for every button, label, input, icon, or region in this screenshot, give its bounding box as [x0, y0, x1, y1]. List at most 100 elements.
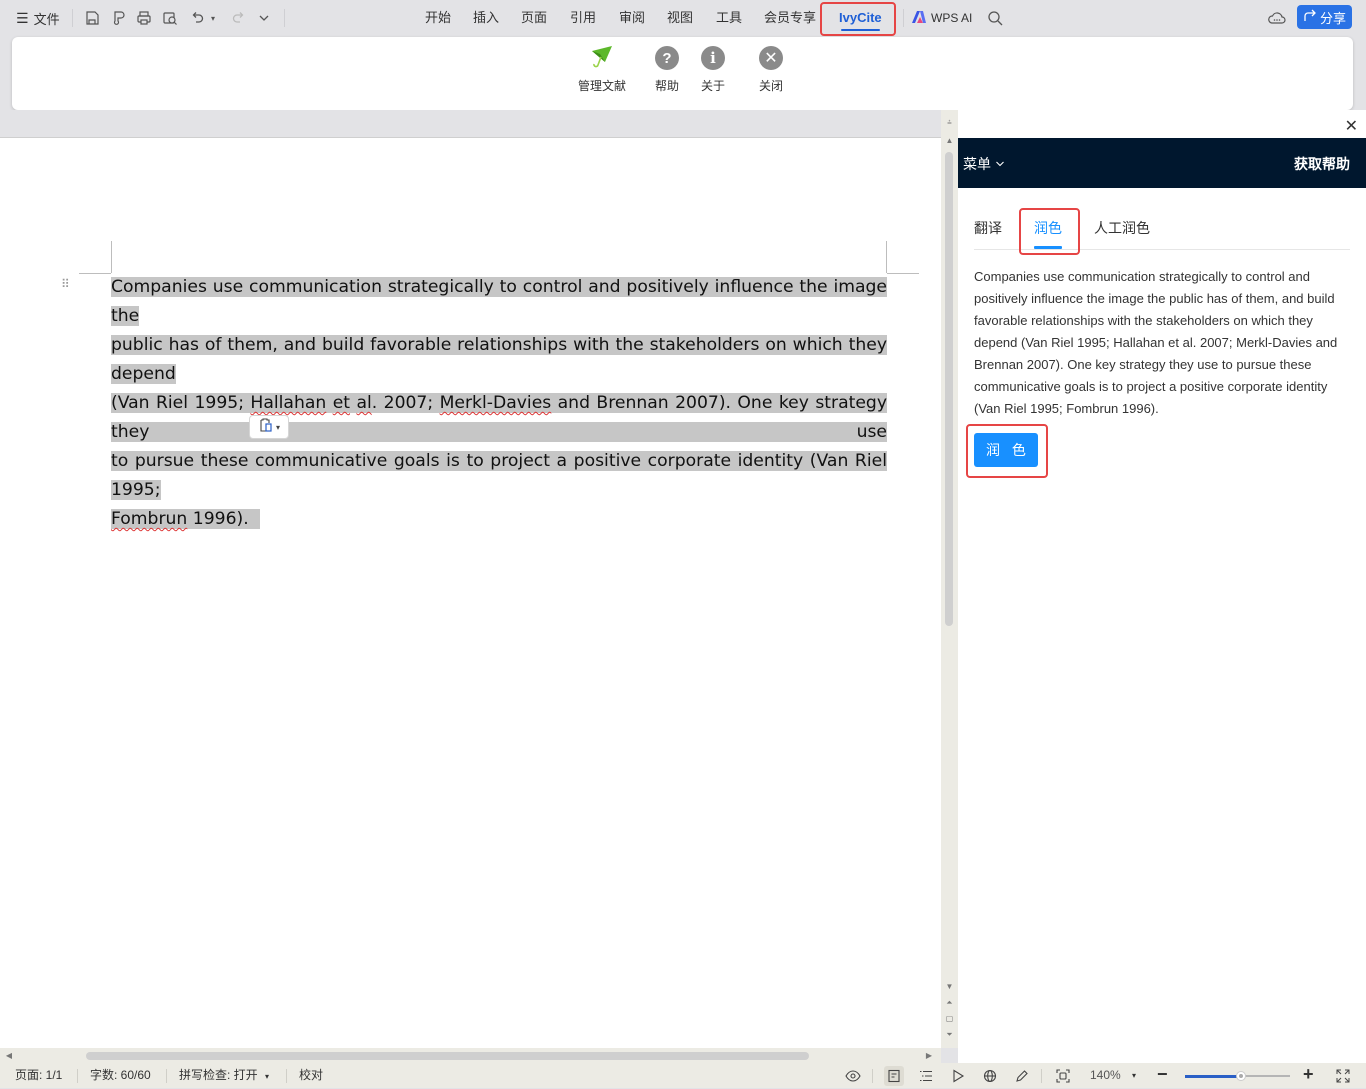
- tab-translate[interactable]: 翻译: [974, 218, 1002, 238]
- tab-ivycite[interactable]: IvyCite: [839, 0, 882, 36]
- cloud-status-icon[interactable]: [1267, 8, 1287, 28]
- tab-insert[interactable]: 插入: [473, 0, 499, 36]
- tab-membership[interactable]: 会员专享: [764, 0, 816, 36]
- panel-menu-label: 菜单: [963, 156, 991, 172]
- text-segment: . 2007;: [371, 393, 440, 413]
- margin-corner-marker: [887, 273, 919, 274]
- spell-error-word[interactable]: Hallahan: [250, 393, 326, 413]
- margin-corner-marker: [111, 241, 112, 273]
- zoom-slider[interactable]: [1185, 1071, 1290, 1081]
- horizontal-scroll-thumb[interactable]: [86, 1052, 809, 1060]
- tab-divider: [974, 249, 1350, 250]
- manage-references-label: 管理文献: [578, 79, 627, 93]
- divider: [166, 1069, 167, 1083]
- spell-error-word[interactable]: al: [356, 393, 371, 413]
- panel-close-icon[interactable]: ✕: [1345, 116, 1358, 136]
- about-label: 关于: [700, 79, 725, 93]
- wps-ai-button[interactable]: WPS AI: [911, 0, 972, 36]
- select-browse-object-icon[interactable]: ▢: [941, 1014, 958, 1023]
- play-icon[interactable]: [948, 1066, 968, 1086]
- page-view-icon[interactable]: [884, 1066, 904, 1086]
- tab-polish[interactable]: 润色: [1034, 218, 1062, 238]
- zoom-slider-handle[interactable]: [1235, 1071, 1246, 1081]
- get-help-link[interactable]: 获取帮助: [1294, 154, 1350, 174]
- tab-references[interactable]: 引用: [570, 0, 596, 36]
- spell-check-toggle[interactable]: 拼写检查: 打开 ▾: [179, 1063, 269, 1088]
- divider: [286, 1069, 287, 1083]
- previous-page-icon[interactable]: ⏶: [941, 998, 958, 1008]
- wps-ai-label: WPS AI: [931, 11, 973, 25]
- print-icon[interactable]: [134, 8, 154, 28]
- file-menu[interactable]: ☰ 文件: [16, 0, 60, 36]
- scroll-left-arrow-icon[interactable]: ◀: [4, 1051, 14, 1060]
- spell-error-word[interactable]: Merkl-Davies: [440, 393, 552, 413]
- next-page-icon[interactable]: ⏷: [941, 1030, 958, 1040]
- undo-icon[interactable]: [188, 8, 208, 28]
- tab-human-polish[interactable]: 人工润色: [1094, 218, 1150, 238]
- outline-view-icon[interactable]: [916, 1066, 936, 1086]
- zoom-level[interactable]: 140%: [1090, 1063, 1121, 1088]
- margin-corner-marker: [886, 241, 887, 273]
- tab-view[interactable]: 视图: [667, 0, 693, 36]
- format-painter-icon[interactable]: [108, 8, 128, 28]
- zoom-dropdown-icon[interactable]: ▾: [1132, 1063, 1136, 1088]
- spell-error-word[interactable]: Fombrun: [111, 509, 187, 529]
- scroll-down-arrow-icon[interactable]: ▼: [941, 982, 958, 991]
- text-segment: 1996).: [187, 509, 249, 529]
- spell-check-label: 拼写检查: 打开: [179, 1068, 258, 1082]
- text-segment: (Van Riel 1995;: [111, 393, 251, 413]
- vertical-scrollbar[interactable]: ⩮ ▲ ▼ ⏶ ▢ ⏷: [941, 110, 958, 1048]
- word-count[interactable]: 字数: 60/60: [90, 1063, 151, 1088]
- about-button[interactable]: i 关于: [700, 45, 726, 94]
- horizontal-scrollbar[interactable]: ◀ ▶: [0, 1048, 941, 1063]
- tab-page[interactable]: 页面: [521, 0, 547, 36]
- paragraph-drag-handle[interactable]: ⠿: [61, 278, 71, 290]
- share-button[interactable]: 分享: [1297, 5, 1352, 29]
- divider: [72, 9, 73, 27]
- margin-corner-marker: [79, 273, 111, 274]
- tab-tools[interactable]: 工具: [716, 0, 742, 36]
- print-preview-icon[interactable]: [160, 8, 180, 28]
- text-line: Companies use communication strategicall…: [111, 277, 887, 326]
- help-icon: ?: [655, 46, 679, 70]
- divider: [77, 1069, 78, 1083]
- redo-icon[interactable]: [228, 8, 248, 28]
- top-menubar: ☰ 文件 ▾ 开始 插入 页面 引用 审阅 视图 工具 会员专享 IvyCite…: [0, 0, 1366, 36]
- document-paragraph[interactable]: Companies use communication strategicall…: [111, 273, 888, 534]
- undo-dropdown-icon[interactable]: ▾: [206, 8, 220, 28]
- close-plugin-button[interactable]: ✕ 关闭: [758, 45, 784, 94]
- tab-home[interactable]: 开始: [425, 0, 451, 36]
- page-indicator[interactable]: 页面: 1/1: [15, 1063, 62, 1088]
- panel-menu-dropdown[interactable]: 菜单: [963, 154, 1005, 174]
- collapse-ruler-icon[interactable]: ⩮: [941, 118, 958, 128]
- clipboard-icon: [258, 417, 274, 438]
- manage-references-button[interactable]: 管理文献: [578, 45, 626, 94]
- fullscreen-icon[interactable]: [1333, 1066, 1353, 1086]
- scroll-right-arrow-icon[interactable]: ▶: [922, 1051, 936, 1060]
- pen-icon[interactable]: [1012, 1066, 1032, 1086]
- chevron-down-icon: ▾: [275, 422, 280, 432]
- eye-icon[interactable]: [843, 1066, 863, 1086]
- zoom-out-button[interactable]: −: [1157, 1063, 1168, 1088]
- paste-options-button[interactable]: ▾: [249, 415, 289, 439]
- chevron-down-icon: ▾: [265, 1072, 270, 1081]
- help-button[interactable]: ? 帮助: [654, 45, 680, 94]
- vertical-scroll-thumb[interactable]: [945, 152, 953, 626]
- close-plugin-label: 关闭: [758, 79, 783, 93]
- zoom-in-button[interactable]: +: [1303, 1063, 1314, 1088]
- document-top-margin: [0, 110, 941, 138]
- save-icon[interactable]: [82, 8, 102, 28]
- more-chevron-icon[interactable]: [254, 8, 274, 28]
- tab-review[interactable]: 审阅: [619, 0, 645, 36]
- web-view-icon[interactable]: [980, 1066, 1000, 1086]
- spell-error-word[interactable]: et: [333, 393, 350, 413]
- ivycite-ribbon: 管理文献 ? 帮助 i 关于 ✕ 关闭: [12, 37, 1353, 110]
- close-icon: ✕: [759, 46, 783, 70]
- polish-button[interactable]: 润 色: [974, 433, 1038, 467]
- wps-ai-icon: [911, 10, 927, 27]
- scroll-up-arrow-icon[interactable]: ▲: [941, 136, 958, 145]
- proofread-button[interactable]: 校对: [299, 1063, 323, 1088]
- hamburger-icon: ☰: [16, 9, 29, 26]
- search-icon[interactable]: [985, 8, 1005, 28]
- fit-page-icon[interactable]: [1053, 1066, 1073, 1086]
